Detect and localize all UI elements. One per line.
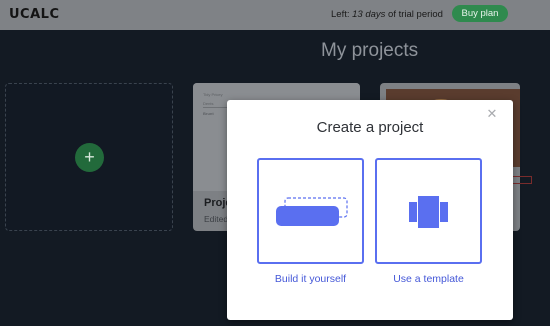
thumbnail-text: Brunt bbox=[203, 111, 214, 116]
page-title: My projects bbox=[321, 40, 419, 61]
modal-title: Create a project bbox=[316, 119, 424, 136]
trial-notice: Left: 13 days of trial period bbox=[331, 9, 443, 20]
create-project-modal: ✕ Create a project Build it yourself Use… bbox=[227, 100, 513, 320]
use-template-label[interactable]: Use a template bbox=[375, 273, 482, 285]
project-edited: Edited bbox=[204, 214, 229, 224]
logo[interactable]: UCALC bbox=[9, 7, 59, 22]
use-template-option[interactable] bbox=[375, 158, 482, 264]
thumbnail-text: Dents bbox=[203, 101, 214, 106]
trial-suffix: of trial period bbox=[385, 9, 443, 20]
add-project-button[interactable]: + bbox=[75, 143, 104, 172]
trial-days: 13 days bbox=[352, 9, 386, 20]
thumbnail-text: Tidy Pricey bbox=[203, 92, 223, 97]
template-icon bbox=[409, 196, 448, 228]
build-it-yourself-label[interactable]: Build it yourself bbox=[257, 273, 364, 285]
top-bar: UCALC Left: 13 days of trial period Buy … bbox=[0, 0, 550, 30]
build-icon bbox=[276, 197, 348, 226]
build-it-yourself-option[interactable] bbox=[257, 158, 364, 264]
buy-plan-button[interactable]: Buy plan bbox=[452, 5, 508, 22]
trial-prefix: Left: bbox=[331, 9, 353, 20]
